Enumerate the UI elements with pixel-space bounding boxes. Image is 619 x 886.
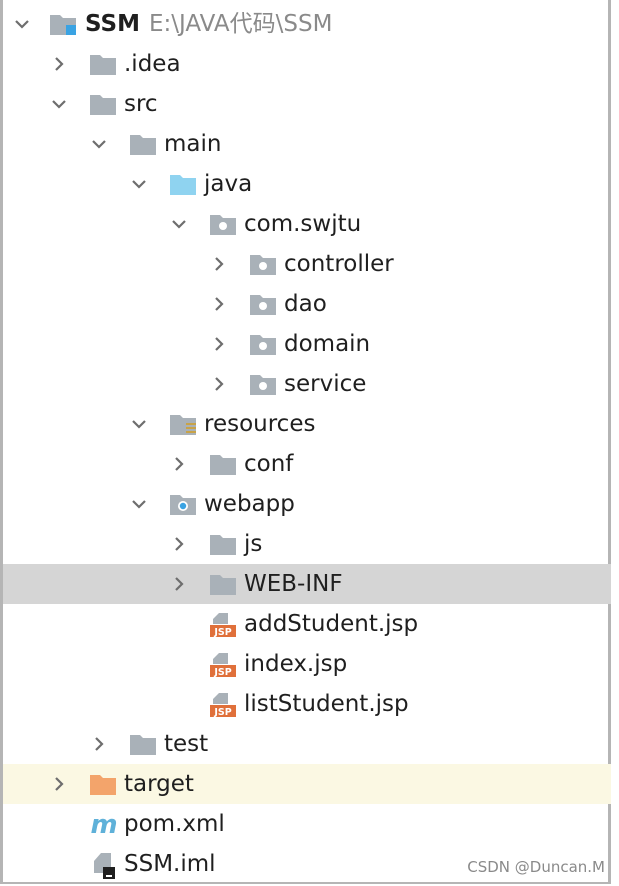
chevron-right-icon[interactable] <box>171 456 187 472</box>
chevron-right-icon[interactable] <box>211 296 227 312</box>
tree-label: resources <box>204 411 316 437</box>
tree-label: js <box>244 531 263 557</box>
folder-icon <box>89 92 117 116</box>
excluded-folder-icon <box>89 772 117 796</box>
chevron-right-icon[interactable] <box>51 776 67 792</box>
tree-row-resources[interactable]: resources <box>3 404 611 444</box>
tree-row-domain[interactable]: domain <box>3 324 611 364</box>
project-name: SSM <box>85 11 140 37</box>
tree-row-project-root[interactable]: SSM E:\JAVA代码\SSM <box>3 4 611 44</box>
source-root-folder-icon <box>169 172 197 196</box>
tree-label: listStudent.jsp <box>244 691 409 717</box>
tree-row-main[interactable]: main <box>3 124 611 164</box>
folder-icon <box>209 452 237 476</box>
chevron-right-icon[interactable] <box>171 576 187 592</box>
chevron-down-icon[interactable] <box>14 16 30 32</box>
folder-icon <box>129 132 157 156</box>
tree-row-conf[interactable]: conf <box>3 444 611 484</box>
tree-row-src[interactable]: src <box>3 84 611 124</box>
tree-row-pom[interactable]: m pom.xml <box>3 804 611 844</box>
tree-label: src <box>124 91 158 117</box>
package-icon <box>249 332 277 356</box>
chevron-down-icon[interactable] <box>131 496 147 512</box>
tree-label: dao <box>284 291 327 317</box>
jsp-file-icon: JSP <box>209 692 237 718</box>
tree-row-webapp[interactable]: webapp <box>3 484 611 524</box>
svg-text:JSP: JSP <box>213 707 231 718</box>
tree-label: conf <box>244 451 294 477</box>
tree-label: main <box>164 131 222 157</box>
tree-label: addStudent.jsp <box>244 611 419 637</box>
resources-folder-icon <box>169 412 197 436</box>
chevron-down-icon[interactable] <box>51 96 67 112</box>
jsp-file-icon: JSP <box>209 612 237 638</box>
folder-icon <box>209 532 237 556</box>
tree-label: SSM.iml <box>124 851 216 877</box>
chevron-right-icon[interactable] <box>51 56 67 72</box>
tree-row-file-index[interactable]: JSP index.jsp <box>3 644 611 684</box>
tree-row-js[interactable]: js <box>3 524 611 564</box>
package-icon <box>249 252 277 276</box>
tree-row-dao[interactable]: dao <box>3 284 611 324</box>
module-folder-icon <box>49 12 77 36</box>
folder-icon <box>209 572 237 596</box>
chevron-down-icon[interactable] <box>131 416 147 432</box>
tree-label: pom.xml <box>124 811 225 837</box>
tree-row-package[interactable]: com.swjtu <box>3 204 611 244</box>
tree-row-idea[interactable]: .idea <box>3 44 611 84</box>
tree-label: WEB-INF <box>244 571 343 597</box>
chevron-right-icon[interactable] <box>211 256 227 272</box>
tree-label: domain <box>284 331 371 357</box>
project-path: E:\JAVA代码\SSM <box>149 11 333 37</box>
jsp-file-icon: JSP <box>209 652 237 678</box>
tree-label: index.jsp <box>244 651 348 677</box>
package-icon <box>249 372 277 396</box>
tree-row-file-add-student[interactable]: JSP addStudent.jsp <box>3 604 611 644</box>
tree-label: test <box>164 731 209 757</box>
svg-text:JSP: JSP <box>213 667 231 678</box>
watermark: CSDN @Duncan.M <box>467 858 605 876</box>
tree-row-file-list-student[interactable]: JSP listStudent.jsp <box>3 684 611 724</box>
tree-label: webapp <box>204 491 295 517</box>
tree-row-java[interactable]: java <box>3 164 611 204</box>
tree-label: .idea <box>124 51 181 77</box>
chevron-down-icon[interactable] <box>171 216 187 232</box>
chevron-right-icon[interactable] <box>211 336 227 352</box>
module-file-icon <box>91 852 119 879</box>
tree-row-test[interactable]: test <box>3 724 611 764</box>
package-icon <box>209 212 237 236</box>
package-icon <box>249 292 277 316</box>
tree-label: controller <box>284 251 394 277</box>
chevron-right-icon[interactable] <box>171 536 187 552</box>
maven-icon: m <box>89 810 117 838</box>
chevron-right-icon[interactable] <box>91 736 107 752</box>
chevron-down-icon[interactable] <box>131 176 147 192</box>
chevron-down-icon[interactable] <box>91 136 107 152</box>
tree-row-target[interactable]: target <box>3 764 611 804</box>
tree-row-web-inf[interactable]: WEB-INF <box>3 564 611 604</box>
tree-label: java <box>204 171 253 197</box>
svg-text:m: m <box>90 810 117 838</box>
tree-label: service <box>284 371 367 397</box>
tree-row-service[interactable]: service <box>3 364 611 404</box>
folder-icon <box>89 52 117 76</box>
web-folder-icon <box>169 492 197 516</box>
svg-text:JSP: JSP <box>213 627 231 638</box>
chevron-right-icon[interactable] <box>211 376 227 392</box>
folder-icon <box>129 732 157 756</box>
tree-label: target <box>124 771 194 797</box>
tree-label: com.swjtu <box>244 211 362 237</box>
tree-row-controller[interactable]: controller <box>3 244 611 284</box>
